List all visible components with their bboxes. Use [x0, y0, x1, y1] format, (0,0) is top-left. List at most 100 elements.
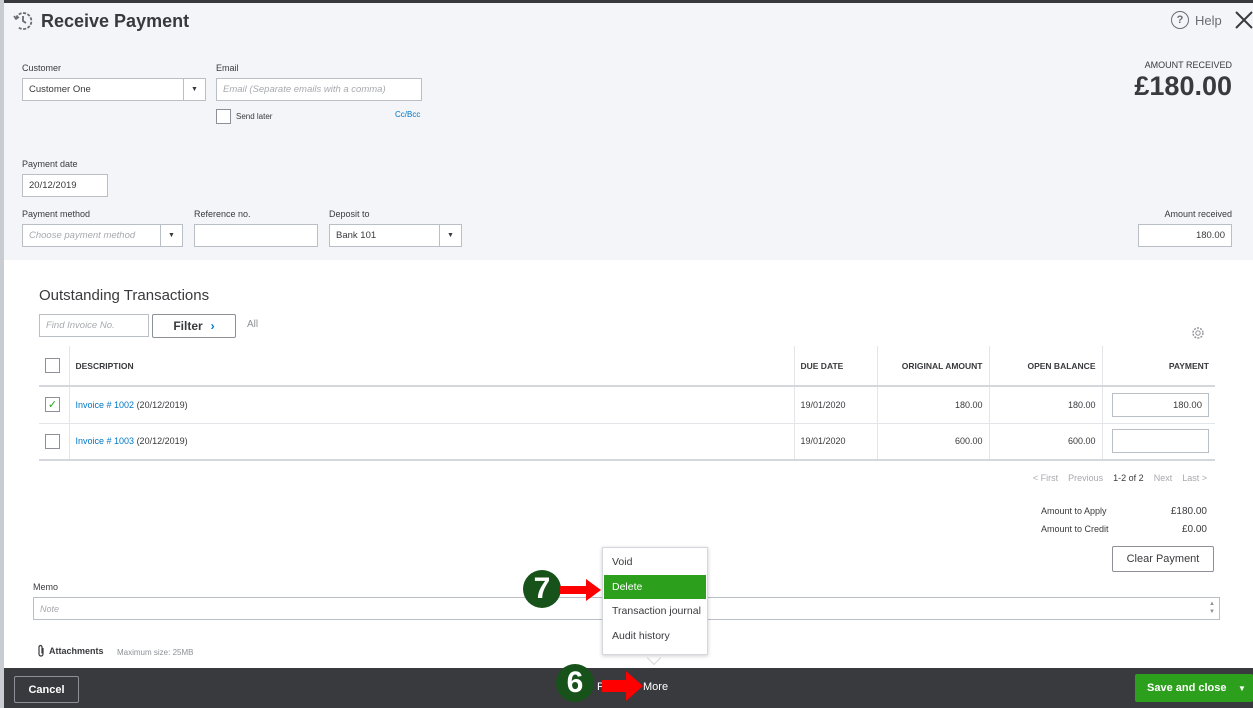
- reference-no-input[interactable]: [194, 224, 318, 247]
- page-title: Receive Payment: [41, 11, 190, 31]
- invoice-date: (20/12/2019): [136, 436, 188, 447]
- payment-method-select[interactable]: Choose payment method ▼: [22, 224, 183, 247]
- payment-method-label: Payment method: [22, 209, 91, 219]
- amount-to-apply-value: £180.00: [1170, 506, 1207, 517]
- arrow-right-icon: [560, 579, 601, 601]
- deposit-to-select[interactable]: Bank 101 ▼: [329, 224, 462, 247]
- pager-previous[interactable]: Previous: [1068, 473, 1103, 483]
- filter-label: Filter: [173, 319, 203, 333]
- row-select-cell: ✓: [39, 386, 69, 424]
- pager-current: 1-2 of 2: [1113, 473, 1144, 483]
- chevron-down-icon[interactable]: ▼: [439, 225, 461, 246]
- column-header-description: DESCRIPTION: [68, 346, 794, 387]
- memo-placeholder: Note: [40, 604, 60, 614]
- find-invoice-input[interactable]: Find Invoice No.: [39, 314, 149, 337]
- original-amount-cell: 180.00: [876, 386, 989, 424]
- pager-last[interactable]: Last >: [1182, 473, 1207, 483]
- outstanding-transactions-title: Outstanding Transactions: [39, 287, 210, 304]
- column-header-due-date: DUE DATE: [793, 346, 877, 387]
- invoice-link[interactable]: Invoice # 1003: [76, 436, 135, 446]
- customer-label: Customer: [22, 63, 62, 73]
- more-button[interactable]: More: [643, 681, 668, 693]
- find-invoice-placeholder: Find Invoice No.: [46, 320, 115, 331]
- cc-bcc-link[interactable]: Cc/Bcc: [395, 110, 420, 119]
- memo-label: Memo: [33, 582, 59, 592]
- more-menu: Void Delete Transaction journal Audit hi…: [602, 547, 708, 655]
- menu-item-audit-history[interactable]: Audit history: [604, 624, 706, 649]
- arrow-right-icon: [602, 671, 643, 701]
- payment-date-value: 20/12/2019: [29, 180, 77, 191]
- email-placeholder: Email (Separate emails with a comma): [223, 84, 386, 95]
- payment-input[interactable]: 180.00: [1112, 392, 1209, 417]
- filter-button[interactable]: Filter ›: [152, 314, 236, 338]
- step-7-badge: 7: [523, 570, 561, 608]
- column-header-payment: PAYMENT: [1101, 346, 1215, 387]
- email-input[interactable]: Email (Separate emails with a comma): [216, 78, 422, 101]
- transactions-table: DESCRIPTION DUE DATE ORIGINAL AMOUNT OPE…: [39, 346, 1215, 461]
- amount-received-label: AMOUNT RECEIVED: [1144, 60, 1232, 70]
- customer-select[interactable]: Customer One ▼: [22, 78, 206, 101]
- open-balance-cell: 180.00: [988, 386, 1102, 424]
- help-button[interactable]: ? Help: [1171, 11, 1222, 29]
- chevron-down-icon[interactable]: ▼: [183, 79, 205, 100]
- help-label: Help: [1195, 12, 1222, 28]
- header-area: Receive Payment ? Help AMOUNT RECEIVED £…: [4, 3, 1253, 260]
- invoice-link[interactable]: Invoice # 1002: [76, 400, 135, 410]
- menu-item-void[interactable]: Void: [604, 550, 706, 575]
- amount-to-apply-label: Amount to Apply: [1041, 506, 1107, 516]
- invoice-date: (20/12/2019): [136, 399, 188, 410]
- original-amount-cell: 600.00: [876, 423, 989, 461]
- description-cell: Invoice # 1003 (20/12/2019): [68, 423, 794, 461]
- menu-item-transaction-journal[interactable]: Transaction journal: [604, 599, 706, 624]
- close-icon[interactable]: [1234, 9, 1253, 31]
- attachments-max-size: Maximum size: 25MB: [117, 648, 194, 657]
- chevron-down-icon[interactable]: ▼: [160, 225, 182, 246]
- chevron-down-icon[interactable]: ▼: [1231, 684, 1253, 693]
- amount-to-credit-label: Amount to Credit: [1041, 524, 1109, 534]
- amount-received-input-value: 180.00: [1195, 230, 1225, 241]
- open-balance-cell: 600.00: [988, 423, 1102, 461]
- column-header-original-amount: ORIGINAL AMOUNT: [876, 346, 989, 387]
- row-select-cell: [39, 423, 69, 461]
- receive-payment-page: Receive Payment ? Help AMOUNT RECEIVED £…: [4, 3, 1253, 708]
- deposit-to-value: Bank 101: [336, 230, 377, 241]
- table-row: ✓ Invoice # 1002 (20/12/2019) 19/01/2020…: [39, 386, 1215, 424]
- attachments-label: Attachments: [49, 646, 104, 656]
- cancel-button[interactable]: Cancel: [14, 676, 79, 703]
- deposit-to-label: Deposit to: [329, 209, 370, 219]
- column-header-open-balance: OPEN BALANCE: [988, 346, 1102, 387]
- attachments-button[interactable]: Attachments: [36, 644, 104, 658]
- save-and-close-button[interactable]: Save and close ▼: [1135, 674, 1253, 702]
- pagination: < First Previous 1-2 of 2 Next Last >: [1033, 473, 1207, 483]
- amount-received-total: £180.00: [1134, 71, 1232, 101]
- send-later-checkbox[interactable]: [216, 109, 231, 124]
- save-and-close-label: Save and close: [1147, 682, 1227, 694]
- select-all-cell: [39, 346, 69, 387]
- paperclip-icon: [38, 644, 44, 657]
- row-checkbox[interactable]: [45, 433, 60, 449]
- menu-item-delete[interactable]: Delete: [604, 574, 706, 599]
- due-date-cell: 19/01/2020: [793, 386, 877, 424]
- amount-received-input[interactable]: 180.00: [1138, 224, 1232, 247]
- email-label: Email: [216, 63, 239, 73]
- row-checkbox-checked[interactable]: ✓: [45, 397, 60, 413]
- gear-icon[interactable]: [1191, 326, 1205, 340]
- step-6-badge: 6: [556, 664, 594, 702]
- clear-payment-button[interactable]: Clear Payment: [1112, 546, 1214, 572]
- payment-cell: [1101, 423, 1215, 461]
- payment-date-input[interactable]: 20/12/2019: [22, 174, 108, 197]
- payment-cell: 180.00: [1101, 386, 1215, 424]
- payment-input[interactable]: [1112, 429, 1209, 454]
- history-clock-icon: [13, 12, 33, 30]
- payment-date-label: Payment date: [22, 159, 78, 169]
- table-header-row: DESCRIPTION DUE DATE ORIGINAL AMOUNT OPE…: [39, 346, 1215, 387]
- pager-first[interactable]: < First: [1033, 473, 1058, 483]
- help-icon: ?: [1171, 11, 1189, 29]
- chevron-right-icon: ›: [210, 319, 215, 333]
- customer-value: Customer One: [29, 84, 91, 95]
- pager-next[interactable]: Next: [1154, 473, 1173, 483]
- select-all-checkbox[interactable]: [45, 358, 60, 373]
- memo-scroll-arrows[interactable]: ▲ ▼: [1209, 600, 1215, 616]
- payment-method-placeholder: Choose payment method: [29, 230, 136, 241]
- amount-to-credit-value: £0.00: [1181, 524, 1207, 535]
